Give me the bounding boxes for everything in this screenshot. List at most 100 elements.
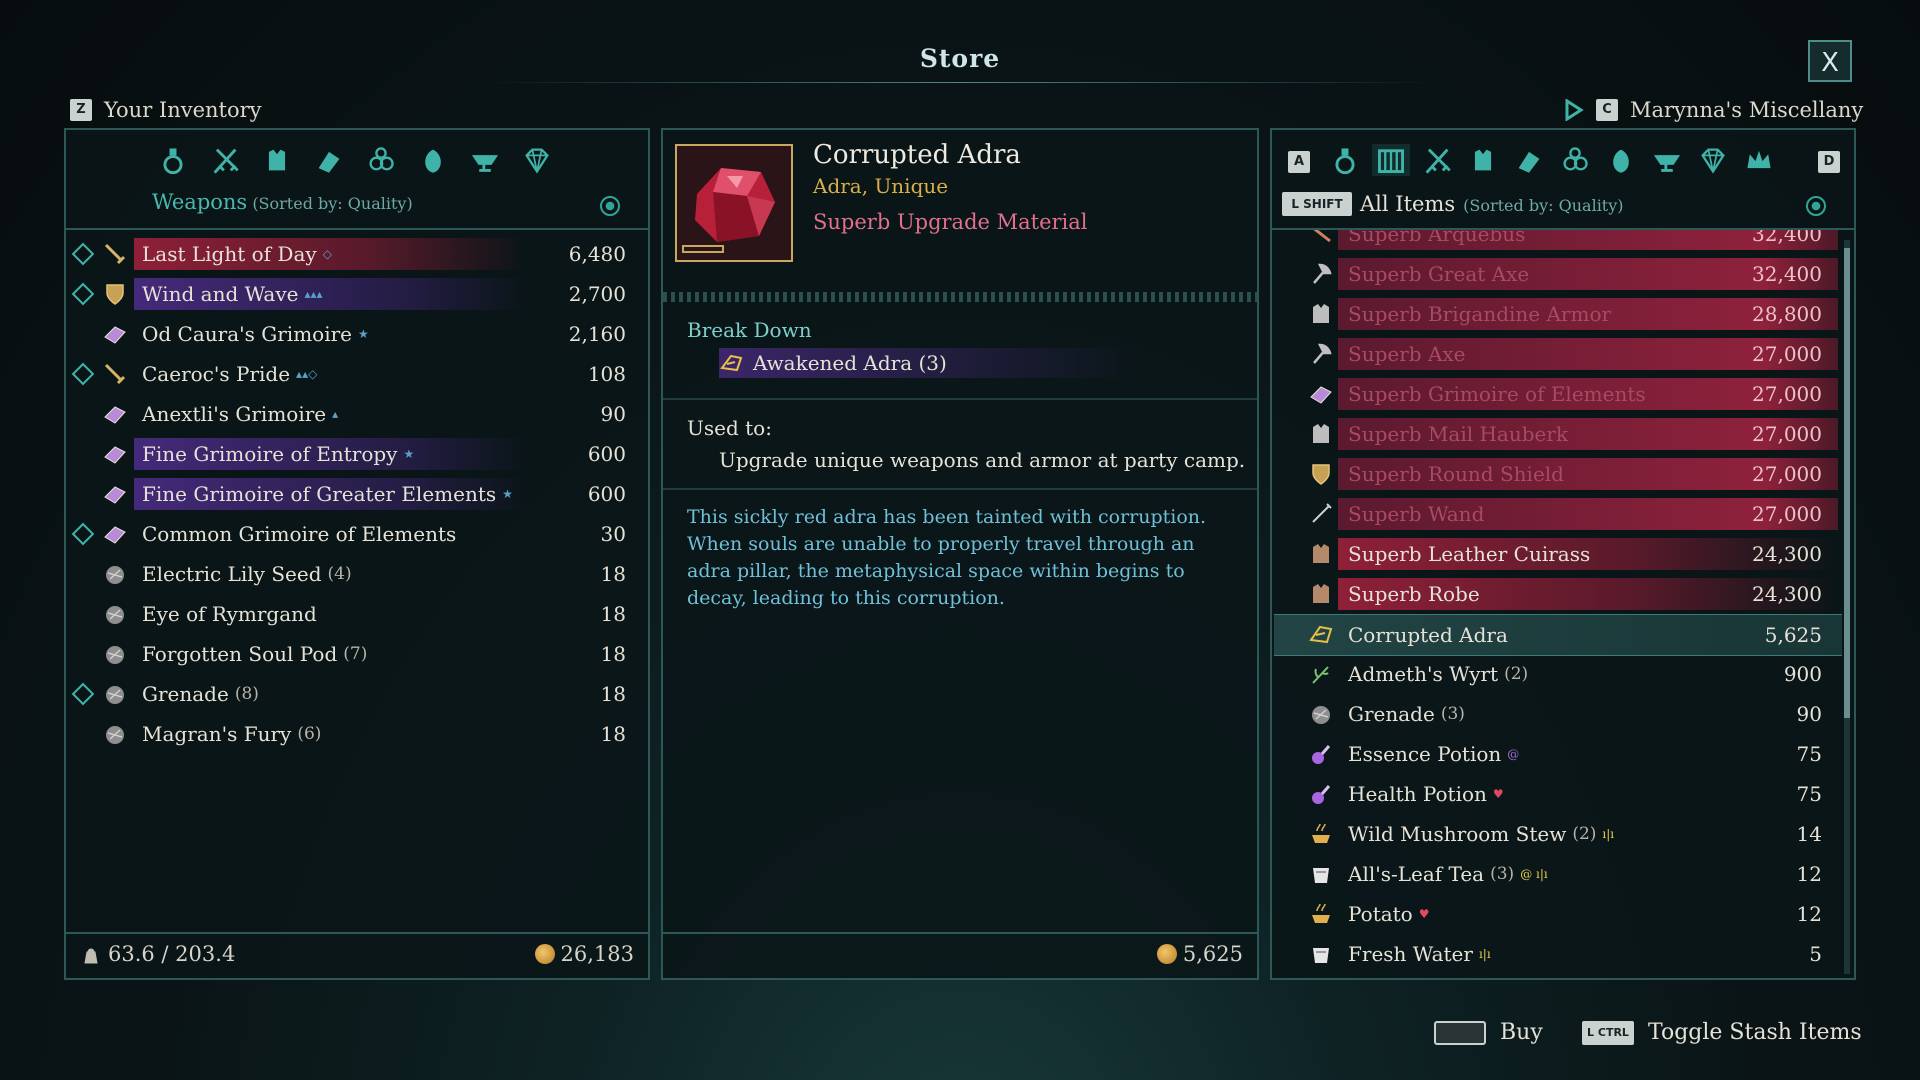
sort-toggle-icon[interactable] bbox=[1806, 196, 1826, 216]
inventory-row[interactable]: Magran's Fury (6) 18 bbox=[68, 714, 646, 754]
potion-icon[interactable] bbox=[1326, 144, 1364, 176]
grimoire-icon bbox=[98, 479, 132, 509]
store-title: Store bbox=[919, 44, 1001, 73]
weapons-icon[interactable] bbox=[1418, 144, 1456, 176]
inventory-row[interactable]: Forgotten Soul Pod (7) 18 bbox=[68, 634, 646, 674]
potion-icon[interactable] bbox=[154, 144, 192, 176]
used-to-label: Used to: bbox=[687, 416, 772, 440]
armor-icon[interactable] bbox=[1464, 144, 1502, 176]
item-name: Superb Arquebus bbox=[1348, 230, 1526, 246]
item-quantity: (3) bbox=[1490, 864, 1515, 884]
item-value: 5 bbox=[1809, 942, 1822, 966]
all-items-icon[interactable] bbox=[1372, 144, 1410, 176]
inventory-row[interactable]: Grenade (8) 18 bbox=[68, 674, 646, 714]
vendor-row[interactable]: Corrupted Adra 5,625 bbox=[1274, 614, 1842, 656]
buy-hint[interactable]: Buy bbox=[1434, 1020, 1543, 1045]
vendor-row[interactable]: Superb Robe 24,300 bbox=[1274, 574, 1842, 614]
vendor-row[interactable]: Superb Grimoire of Elements 27,000 bbox=[1274, 374, 1842, 414]
item-status-icon: ◇ bbox=[322, 247, 332, 261]
tab-left-key[interactable]: A bbox=[1288, 150, 1310, 173]
inventory-row[interactable]: Eye of Rymrgand 18 bbox=[68, 594, 646, 634]
vendor-row[interactable]: Superb Great Axe 32,400 bbox=[1274, 254, 1842, 294]
marked-diamond-icon bbox=[71, 522, 95, 546]
item-value: 18 bbox=[600, 602, 626, 626]
vendor-row[interactable]: Superb Wand 27,000 bbox=[1274, 494, 1842, 534]
gem-icon[interactable] bbox=[1694, 144, 1732, 176]
inventory-sort-text: (Sorted by: Quality) bbox=[252, 194, 413, 213]
vendor-row[interactable]: Wild Mushroom Stew (2) ı|ı 14 bbox=[1274, 814, 1842, 854]
item-status-icon: ▴▴▴ bbox=[304, 287, 323, 301]
adra-crystal-icon bbox=[682, 168, 775, 253]
grimoire-icon[interactable] bbox=[310, 144, 348, 176]
ingredient-icon[interactable] bbox=[1602, 144, 1640, 176]
item-name: Electric Lily Seed bbox=[142, 562, 322, 586]
potion-icon bbox=[1304, 779, 1338, 809]
armor-icon[interactable] bbox=[258, 144, 296, 176]
item-name: Corrupted Adra bbox=[813, 140, 1021, 170]
inventory-row[interactable]: Anextli's Grimoire ▴ 90 bbox=[68, 394, 646, 434]
crafting-icon[interactable] bbox=[466, 144, 504, 176]
inventory-row[interactable]: Common Grimoire of Elements 30 bbox=[68, 514, 646, 554]
vendor-row[interactable]: Health Potion ♥ 75 bbox=[1274, 774, 1842, 814]
inventory-row[interactable]: Fine Grimoire of Entropy ★ 600 bbox=[68, 434, 646, 474]
item-value: 5,625 bbox=[1764, 623, 1822, 647]
accessory-icon[interactable] bbox=[1556, 144, 1594, 176]
vendor-row[interactable]: Superb Mail Hauberk 27,000 bbox=[1274, 414, 1842, 454]
vendor-scroll-thumb[interactable] bbox=[1844, 248, 1850, 718]
item-value: 18 bbox=[600, 722, 626, 746]
item-name: Fine Grimoire of Greater Elements bbox=[142, 482, 497, 506]
item-status-icon: ★ bbox=[358, 327, 369, 341]
vendor-row[interactable]: Superb Axe 27,000 bbox=[1274, 334, 1842, 374]
gem-icon[interactable] bbox=[518, 144, 556, 176]
toggle-stash-hint[interactable]: L CTRL Toggle Stash Items bbox=[1582, 1020, 1862, 1045]
used-to-text: Upgrade unique weapons and armor at part… bbox=[719, 448, 1246, 472]
inventory-row[interactable]: Caeroc's Pride ▴▴◇ 108 bbox=[68, 354, 646, 394]
vendor-row[interactable]: All's-Leaf Tea (3) @ ı|ı 12 bbox=[1274, 854, 1842, 894]
weight-icon bbox=[84, 948, 98, 964]
sort-toggle-icon[interactable] bbox=[600, 196, 620, 216]
close-button[interactable]: X bbox=[1808, 40, 1852, 82]
grimoire-icon[interactable] bbox=[1510, 144, 1548, 176]
breakdown-item: Awakened Adra (3) bbox=[753, 351, 947, 375]
vendor-row[interactable]: Admeth's Wyrt (2) 900 bbox=[1274, 654, 1842, 694]
vendor-row[interactable]: Superb Round Shield 27,000 bbox=[1274, 454, 1842, 494]
inventory-row[interactable]: Od Caura's Grimoire ★ 2,160 bbox=[68, 314, 646, 354]
tab-right-key[interactable]: D bbox=[1818, 150, 1840, 173]
vendor-row[interactable]: Fresh Water ı|ı 5 bbox=[1274, 934, 1842, 974]
item-value: 27,000 bbox=[1752, 422, 1822, 446]
item-quantity: (6) bbox=[297, 724, 322, 744]
ingredient-icon[interactable] bbox=[414, 144, 452, 176]
vendor-row[interactable]: Superb Leather Cuirass 24,300 bbox=[1274, 534, 1842, 574]
axe-icon bbox=[1304, 259, 1338, 289]
gun-icon bbox=[1304, 230, 1338, 249]
vendor-header: C Marynna's Miscellany bbox=[1564, 98, 1863, 122]
weapons-icon[interactable] bbox=[206, 144, 244, 176]
inventory-row[interactable]: Electric Lily Seed (4) 18 bbox=[68, 554, 646, 594]
coin-icon bbox=[534, 944, 555, 964]
inventory-row[interactable]: Wind and Wave ▴▴▴ 2,700 bbox=[68, 274, 646, 314]
item-name: Superb Axe bbox=[1348, 342, 1466, 366]
sword-icon bbox=[98, 239, 132, 269]
vendor-row[interactable]: Superb Arquebus 32,400 bbox=[1274, 230, 1842, 254]
vendor-row[interactable]: Superb Brigandine Armor 28,800 bbox=[1274, 294, 1842, 334]
inventory-panel: Weapons (Sorted by: Quality) Last Light … bbox=[64, 128, 650, 980]
item-value: 32,400 bbox=[1752, 230, 1822, 246]
item-name: Essence Potion bbox=[1348, 742, 1502, 766]
item-value: 900 bbox=[1783, 662, 1822, 686]
vendor-row[interactable]: Grenade (3) 90 bbox=[1274, 694, 1842, 734]
accessory-icon[interactable] bbox=[362, 144, 400, 176]
toggle-stash-label: Toggle Stash Items bbox=[1648, 1020, 1862, 1045]
shield-icon bbox=[98, 279, 132, 309]
item-value: 75 bbox=[1796, 742, 1822, 766]
inventory-category-tabs bbox=[154, 144, 556, 176]
crafting-icon[interactable] bbox=[1648, 144, 1686, 176]
inventory-row[interactable]: Last Light of Day ◇ 6,480 bbox=[68, 234, 646, 274]
vendor-scrollbar[interactable] bbox=[1844, 240, 1850, 974]
vendor-row[interactable]: Essence Potion @75 bbox=[1274, 734, 1842, 774]
item-name: Superb Wand bbox=[1348, 502, 1485, 526]
vendor-row[interactable]: Potato ♥ 12 bbox=[1274, 894, 1842, 934]
crown-icon[interactable] bbox=[1740, 144, 1778, 176]
item-name: Caeroc's Pride bbox=[142, 362, 291, 386]
breakdown-row: Awakened Adra (3) bbox=[719, 348, 1139, 378]
inventory-row[interactable]: Fine Grimoire of Greater Elements ★ 600 bbox=[68, 474, 646, 514]
